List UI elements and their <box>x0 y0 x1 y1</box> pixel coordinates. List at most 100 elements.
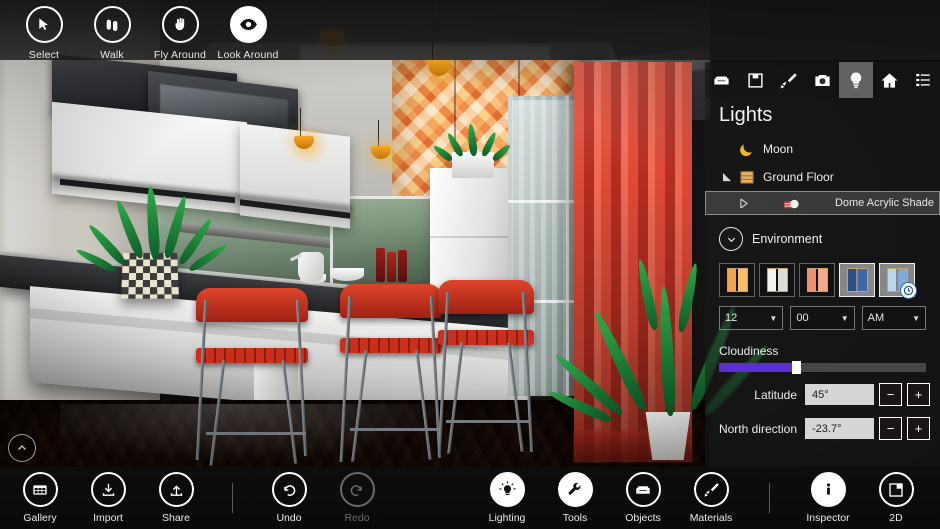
meridiem-value: AM <box>867 312 885 324</box>
latitude-row: Latitude 45° − + <box>715 383 930 406</box>
bottom-item-label: Inspector <box>806 512 850 524</box>
floorplan-2d-icon <box>878 472 914 507</box>
bottom-toolbar: Gallery Import Share Undo Redo Lighting … <box>0 467 940 529</box>
bowl[interactable] <box>330 268 364 281</box>
tool-select[interactable]: Select <box>10 0 78 61</box>
upload-share-icon <box>158 472 194 507</box>
bottom-item-label: Undo <box>276 512 302 524</box>
bottom-materials-button[interactable]: Materials <box>677 472 745 524</box>
tool-label: Select <box>28 49 60 61</box>
bottom-lighting-button[interactable]: Lighting <box>473 472 541 524</box>
tool-fly-around[interactable]: Fly Around <box>146 0 214 61</box>
clock-icon <box>900 282 917 299</box>
panel-title: Lights <box>719 104 773 126</box>
hour-dropdown[interactable]: 12 ▼ <box>719 306 784 330</box>
bottom-share-button[interactable]: Share <box>142 472 210 524</box>
panel-tab-lights[interactable] <box>839 62 873 98</box>
preset-custom-time-window[interactable] <box>879 263 917 299</box>
bottom-item-label: Import <box>93 512 123 524</box>
chevron-down-icon: ▼ <box>840 313 849 323</box>
bottom-tools-button[interactable]: Tools <box>541 472 609 524</box>
north-direction-row: North direction -23.7° − + <box>715 417 930 440</box>
north-direction-label: North direction <box>718 421 797 436</box>
tree-item-moon[interactable]: Moon <box>705 135 940 163</box>
panel-tab-home[interactable] <box>873 62 907 98</box>
redo-arrow-icon <box>339 472 375 507</box>
north-direction-increment-button[interactable]: + <box>907 417 930 440</box>
sofa-furniture-icon <box>714 76 729 84</box>
latitude-decrement-button[interactable]: − <box>879 383 902 406</box>
tool-label: Fly Around <box>153 49 207 61</box>
list-icon <box>916 74 930 86</box>
tool-walk[interactable]: Walk <box>78 0 146 61</box>
bottom-objects-button[interactable]: Objects <box>609 472 677 524</box>
preset-sunset-window[interactable] <box>799 263 835 297</box>
wrench-icon <box>557 472 593 507</box>
bottom-redo-button[interactable]: Redo <box>323 472 391 524</box>
bottom-item-label: Redo <box>344 512 370 524</box>
latitude-label: Latitude <box>754 387 797 402</box>
cloudiness-slider-fill <box>719 363 794 372</box>
minute-dropdown[interactable]: 00 ▼ <box>790 306 855 330</box>
preset-daylight-window[interactable] <box>759 263 795 297</box>
download-import-icon <box>90 472 126 507</box>
paintbrush-icon <box>781 72 798 88</box>
sofa-furniture-icon <box>625 472 661 507</box>
bottom-item-label: Objects <box>625 512 661 524</box>
tool-label: Look Around <box>217 49 279 61</box>
tree-item-dome-acrylic-shade[interactable]: Dome Acrylic Shade <box>705 191 940 215</box>
bottom-item-label: Tools <box>562 512 588 524</box>
crescent-moon-icon <box>735 141 759 158</box>
floor-reflection <box>60 404 480 466</box>
panel-tab-bar <box>705 62 940 98</box>
floppy-save-icon <box>748 72 763 88</box>
time-selectors: 12 ▼ 00 ▼ AM ▼ <box>719 306 926 330</box>
twisty-expanded-icon[interactable] <box>719 172 735 182</box>
home-icon <box>881 72 898 88</box>
preset-warm-dusk-window[interactable] <box>719 263 755 297</box>
app-window: Select Walk Fly Around Look Around Light… <box>0 0 940 529</box>
preset-night-window[interactable] <box>839 263 875 297</box>
meridiem-dropdown[interactable]: AM ▼ <box>861 306 926 330</box>
undo-arrow-icon <box>271 472 307 507</box>
cloudiness-slider-thumb[interactable] <box>791 361 801 374</box>
checkered-planter[interactable] <box>120 253 180 299</box>
panel-tab-save[interactable] <box>739 62 773 98</box>
info-circle-icon <box>810 472 846 507</box>
north-direction-decrement-button[interactable]: − <box>879 417 902 440</box>
bottom-import-button[interactable]: Import <box>74 472 142 524</box>
latitude-increment-button[interactable]: + <box>907 383 930 406</box>
lights-panel: Lights Moon Ground Floor Dome Acrylic Sh… <box>705 62 940 467</box>
cloudiness-label: Cloudiness <box>719 344 779 358</box>
minute-value: 00 <box>796 312 809 324</box>
bottom-undo-button[interactable]: Undo <box>255 472 323 524</box>
tree-item-ground-floor[interactable]: Ground Floor <box>705 163 940 191</box>
hour-value: 12 <box>725 312 738 324</box>
panel-tab-materials[interactable] <box>772 62 806 98</box>
bottom-gallery-button[interactable]: Gallery <box>6 472 74 524</box>
bottom-item-label: Lighting <box>488 512 526 524</box>
cloudiness-slider[interactable] <box>719 361 926 374</box>
bottle[interactable] <box>376 248 385 282</box>
footprints-icon <box>93 6 131 43</box>
panel-tab-list[interactable] <box>906 62 940 98</box>
north-direction-input[interactable]: -23.7° <box>805 418 874 439</box>
toolbar-divider <box>769 483 770 513</box>
kettle[interactable] <box>298 252 324 282</box>
bottom-item-label: Materials <box>689 512 733 524</box>
panel-tab-camera[interactable] <box>806 62 840 98</box>
tool-look-around[interactable]: Look Around <box>214 0 282 61</box>
dome-lamp-icon <box>779 194 803 213</box>
twisty-collapsed-icon[interactable] <box>736 198 752 208</box>
box-crate-icon <box>735 168 759 186</box>
bottle[interactable] <box>398 250 407 282</box>
panel-tab-furniture[interactable] <box>705 62 739 98</box>
bottle[interactable] <box>387 252 396 282</box>
eye-icon <box>229 6 267 43</box>
bottom-inspector-button[interactable]: Inspector <box>794 472 862 524</box>
environment-section-header[interactable]: Environment <box>705 219 940 259</box>
bottom-2d-button[interactable]: 2D <box>862 472 930 524</box>
latitude-input[interactable]: 45° <box>805 384 874 405</box>
panel-collapse-button[interactable] <box>8 434 36 462</box>
tool-label: Walk <box>100 49 124 61</box>
